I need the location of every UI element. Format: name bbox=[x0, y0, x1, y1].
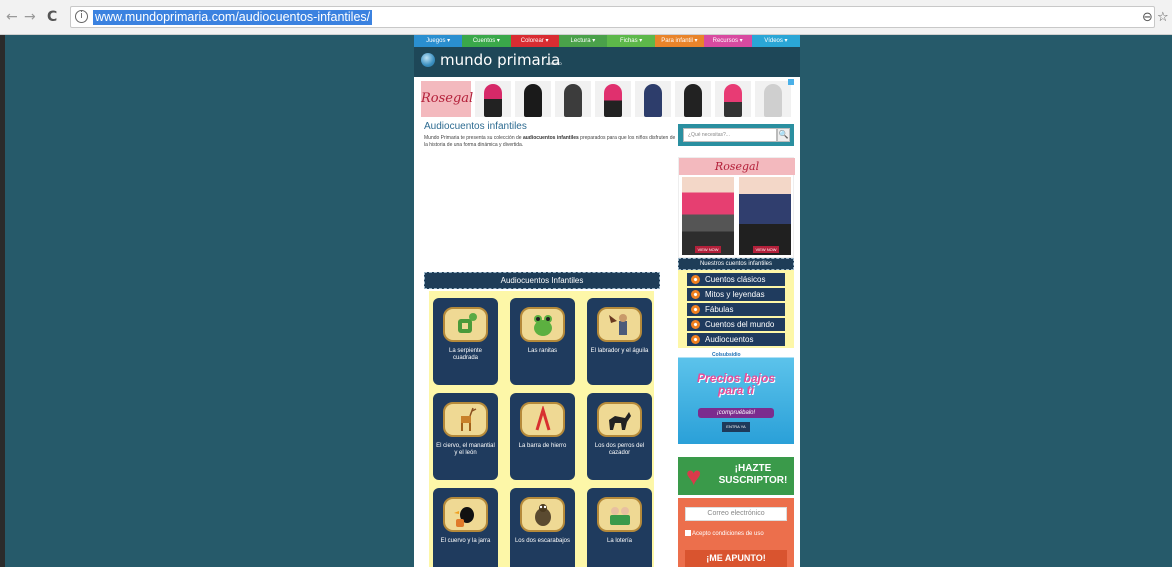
story-card-label: El ciervo, el manantial y el león bbox=[436, 443, 495, 456]
nav-item[interactable]: Juegos bbox=[414, 35, 463, 47]
top-banner-ad[interactable]: Rosegal bbox=[421, 79, 794, 119]
promo-headline: Precios bajos para ti bbox=[696, 371, 776, 397]
search-input[interactable]: ¿Qué necesitas?... bbox=[683, 128, 777, 142]
subscribe-form: Correo electrónico Acepto condiciones de… bbox=[678, 498, 794, 567]
story-card[interactable]: La barra de hierro bbox=[510, 393, 575, 480]
info-icon[interactable]: i bbox=[75, 10, 88, 23]
web-page: JuegosCuentosColorearLecturaFichasPara i… bbox=[414, 35, 800, 567]
lottery-icon bbox=[597, 497, 642, 532]
subscribe-button[interactable]: ¡ME APUNTO! bbox=[685, 550, 787, 567]
cuentos-list-item[interactable]: Cuentos del mundo bbox=[687, 318, 785, 331]
view-now-button[interactable]: VIEW NOW bbox=[695, 246, 721, 253]
terms-checkbox[interactable] bbox=[685, 530, 691, 536]
description-bold: audiocuentos infantiles bbox=[522, 135, 579, 141]
nav-item[interactable]: Recursos bbox=[703, 35, 752, 47]
ad-product-image[interactable] bbox=[715, 81, 751, 117]
story-card-label: Las ranitas bbox=[527, 348, 558, 354]
beetles-icon bbox=[520, 497, 565, 532]
story-card-label: El labrador y el águila bbox=[590, 348, 649, 354]
star-icon[interactable]: ☆ bbox=[1157, 10, 1169, 25]
breadcrumb[interactable]: ● INICIO bbox=[546, 61, 562, 66]
story-card[interactable]: El cuervo y la jarra bbox=[433, 488, 498, 567]
left-edge-strip bbox=[0, 35, 5, 567]
snake-icon bbox=[443, 307, 488, 342]
deer-icon bbox=[443, 402, 488, 437]
story-card[interactable]: Los dos perros del cazador bbox=[587, 393, 652, 480]
nav-item[interactable]: Fichas bbox=[607, 35, 656, 47]
story-card[interactable]: Las ranitas bbox=[510, 298, 575, 385]
heart-icon: ♥ bbox=[686, 461, 702, 491]
story-card[interactable]: El labrador y el águila bbox=[587, 298, 652, 385]
zoom-icon[interactable]: ⊖ bbox=[1142, 10, 1153, 25]
adchoices-icon[interactable] bbox=[788, 79, 794, 85]
forward-icon[interactable]: → bbox=[24, 9, 36, 25]
nav-item[interactable]: Vídeos bbox=[751, 35, 800, 47]
subscribe-title: ¡HAZTE SUSCRIPTOR! bbox=[718, 463, 788, 486]
story-card-label: El cuervo y la jarra bbox=[440, 538, 491, 544]
ad-product-image[interactable] bbox=[675, 81, 711, 117]
ad-brand: Rosegal bbox=[421, 81, 473, 117]
address-bar[interactable]: i www.mundoprimaria.com/audiocuentos-inf… bbox=[70, 6, 1155, 28]
cuentos-list-item[interactable]: Mitos y leyendas bbox=[687, 288, 785, 301]
reload-icon[interactable]: C bbox=[47, 9, 57, 25]
story-card-label: Los dos perros del cazador bbox=[594, 443, 645, 456]
sidebar-promo-ad[interactable]: Colsubsidio Precios bajos para ti ¡compr… bbox=[678, 350, 794, 444]
site-header: mundo primaria ● INICIO bbox=[414, 47, 800, 77]
view-now-button[interactable]: VIEW NOW bbox=[753, 246, 779, 253]
accept-terms[interactable]: Acepto condiciones de uso bbox=[685, 530, 764, 537]
story-card-label: La serpiente cuadrada bbox=[448, 348, 483, 361]
sidebar-fashion-ad[interactable]: Rosegal VIEW NOW VIEW NOW bbox=[678, 157, 795, 258]
story-card-label: La barra de hierro bbox=[518, 443, 567, 449]
cuentos-list-item[interactable]: Audiocuentos bbox=[687, 333, 785, 346]
dogs-icon bbox=[597, 402, 642, 437]
ad-model-image bbox=[739, 177, 791, 255]
audiocuentos-grid: La serpiente cuadrada Las ranitas El labra… bbox=[429, 291, 654, 567]
story-card-label: La lotería bbox=[606, 538, 633, 544]
crow-icon bbox=[443, 497, 488, 532]
cuentos-list: Cuentos clásicos Mitos y leyendas Fábulas C… bbox=[678, 270, 794, 348]
ad-product-image[interactable] bbox=[475, 81, 511, 117]
ad-model-image bbox=[682, 177, 734, 255]
browser-toolbar: ← → C i www.mundoprimaria.com/audiocuent… bbox=[0, 0, 1172, 35]
cuentos-list-item[interactable]: Fábulas bbox=[687, 303, 785, 316]
search-icon[interactable]: 🔍 bbox=[777, 128, 790, 142]
page-title: Audiocuentos infantiles bbox=[424, 121, 527, 132]
story-card[interactable]: La lotería bbox=[587, 488, 652, 567]
globe-icon bbox=[421, 53, 435, 67]
promo-cta-button[interactable]: ENTRA YA bbox=[722, 422, 750, 432]
ad-product-image[interactable] bbox=[595, 81, 631, 117]
back-icon[interactable]: ← bbox=[6, 9, 18, 25]
ad-product-image[interactable] bbox=[635, 81, 671, 117]
nav-item[interactable]: Lectura bbox=[558, 35, 607, 47]
story-card-label: Los dos escarabajos bbox=[514, 538, 571, 544]
subscribe-banner: ♥ ¡HAZTE SUSCRIPTOR! bbox=[678, 457, 794, 495]
nav-item[interactable]: Cuentos bbox=[462, 35, 511, 47]
email-field[interactable]: Correo electrónico bbox=[685, 507, 787, 521]
accept-label: Acepto condiciones de uso bbox=[692, 531, 764, 537]
story-card[interactable]: Los dos escarabajos bbox=[510, 488, 575, 567]
url-text[interactable]: www.mundoprimaria.com/audiocuentos-infan… bbox=[93, 10, 373, 25]
farmer-eagle-icon bbox=[597, 307, 642, 342]
page-description: Mundo Primaria te presenta su colección … bbox=[424, 135, 679, 149]
ad-product-image[interactable] bbox=[555, 81, 591, 117]
nav-item[interactable]: Colorear bbox=[510, 35, 559, 47]
iron-bar-icon bbox=[520, 402, 565, 437]
promo-brand: Colsubsidio bbox=[712, 352, 741, 358]
cuentos-list-item[interactable]: Cuentos clásicos bbox=[687, 273, 785, 286]
description-text: Mundo Primaria te presenta su colección … bbox=[424, 135, 523, 141]
frog-icon bbox=[520, 307, 565, 342]
search-box: ¿Qué necesitas?... 🔍 bbox=[678, 124, 794, 146]
main-nav: JuegosCuentosColorearLecturaFichasPara i… bbox=[414, 35, 800, 47]
ad-product-image[interactable] bbox=[755, 81, 791, 117]
story-card[interactable]: La serpiente cuadrada bbox=[433, 298, 498, 385]
section-heading: Audiocuentos Infantiles bbox=[424, 272, 660, 289]
ad-brand: Rosegal bbox=[679, 158, 795, 175]
site-logo[interactable]: mundo primaria bbox=[440, 51, 560, 69]
cuentos-heading: Nuestros cuentos infantiles bbox=[678, 258, 794, 270]
promo-subline: ¡compruébalo! bbox=[698, 408, 774, 418]
ad-product-image[interactable] bbox=[515, 81, 551, 117]
story-card[interactable]: El ciervo, el manantial y el león bbox=[433, 393, 498, 480]
nav-item[interactable]: Para infantil bbox=[655, 35, 704, 47]
